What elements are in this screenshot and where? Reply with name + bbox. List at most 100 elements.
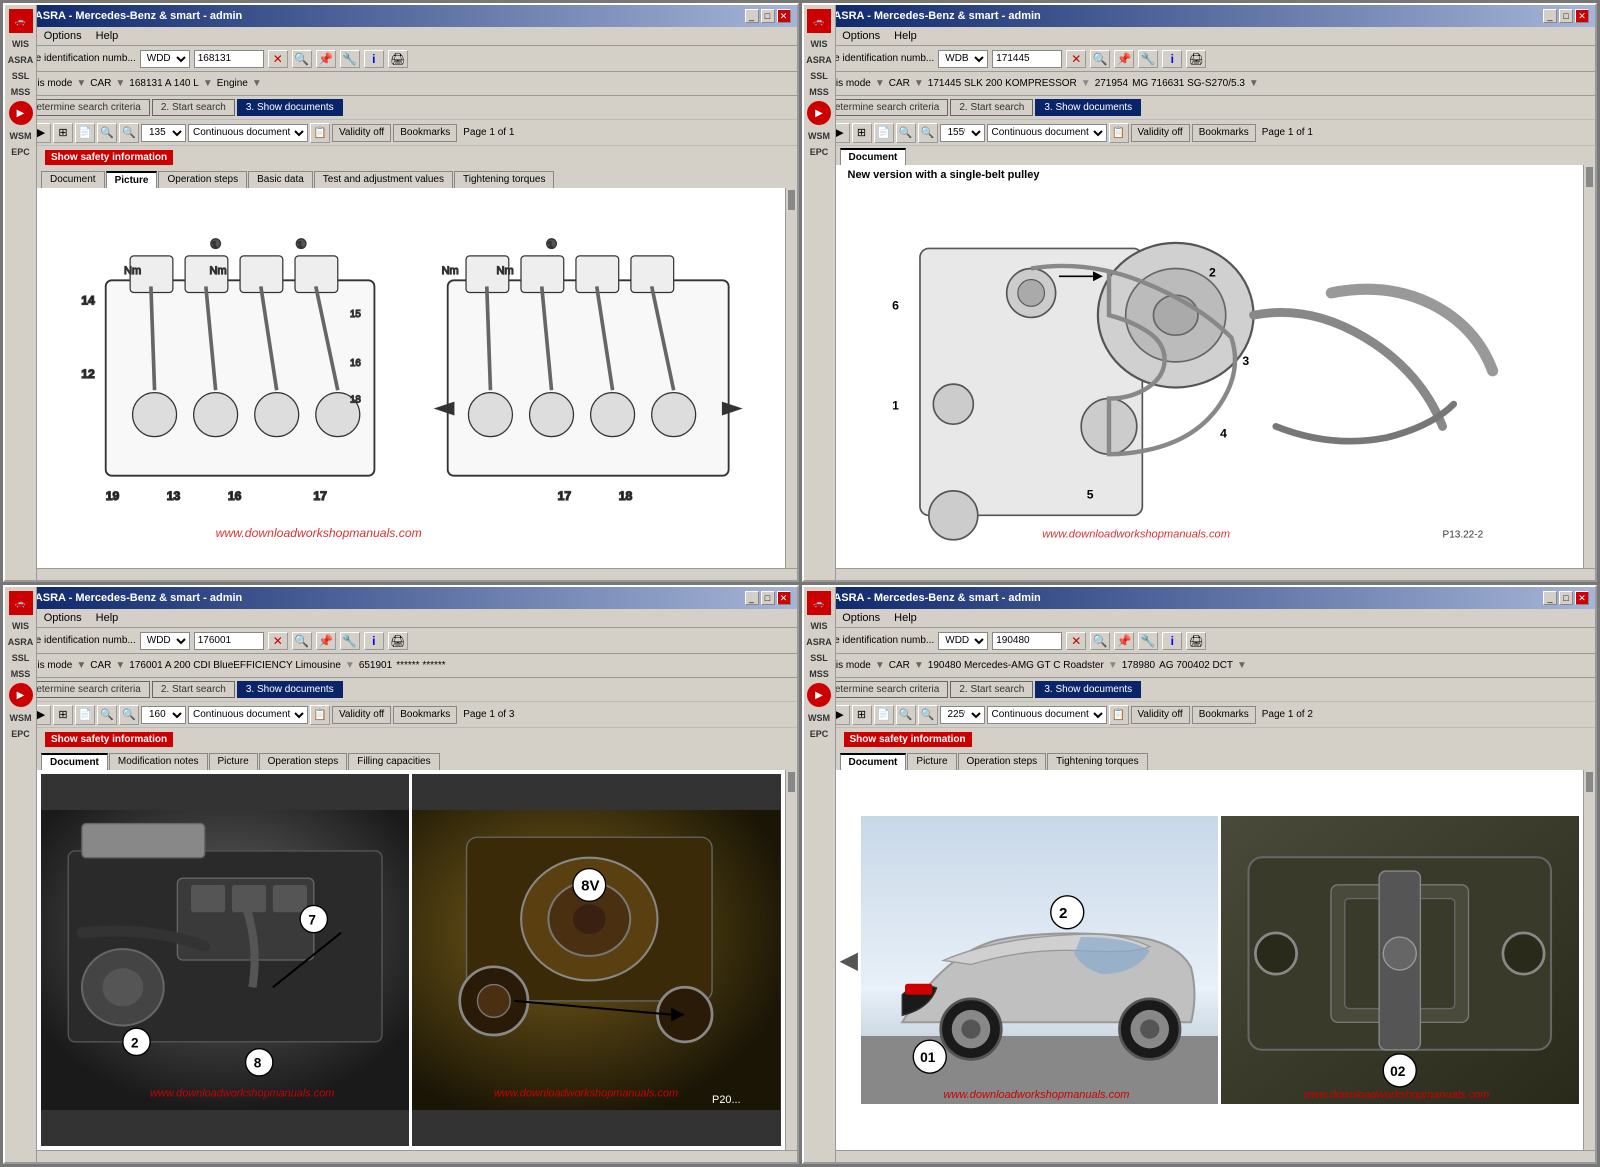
tab-document-1[interactable]: Document: [41, 171, 105, 188]
print-icon-1[interactable]: 🖨: [388, 50, 408, 68]
validity-btn-4[interactable]: Validity off: [1131, 706, 1190, 724]
zoom-in-1[interactable]: 🔍: [119, 123, 139, 143]
scrollbar-bottom-3[interactable]: [37, 1150, 797, 1162]
scrollbar-bottom-2[interactable]: [836, 568, 1596, 580]
tools-icon-1[interactable]: 🔧: [340, 50, 360, 68]
vehicle-prefix-dropdown-3[interactable]: WDD: [140, 632, 190, 650]
bookmarks-btn-2[interactable]: Bookmarks: [1192, 124, 1256, 142]
safety-banner-4[interactable]: Show safety information: [844, 732, 972, 747]
restore-btn-3[interactable]: □: [761, 591, 775, 605]
epc-label-1[interactable]: EPC: [11, 147, 30, 157]
zoom-out-1[interactable]: 🔍: [97, 123, 117, 143]
step3-btn-3[interactable]: 3. Show documents: [237, 681, 343, 698]
scroll-thumb-4[interactable]: [1586, 772, 1593, 792]
zoom-select-4[interactable]: 225%: [940, 706, 985, 724]
vehicle-id-input-2[interactable]: [992, 50, 1062, 68]
tab-basic-1[interactable]: Basic data: [248, 171, 313, 188]
vehicle-prefix-dropdown-4[interactable]: WDD: [938, 632, 988, 650]
scroll-thumb-3[interactable]: [788, 772, 795, 792]
scrollbar-right-2[interactable]: [1583, 165, 1595, 568]
info-icon-4[interactable]: i: [1162, 632, 1182, 650]
vehicle-id-input-1[interactable]: [194, 50, 264, 68]
clear-icon-3[interactable]: ✕: [268, 632, 288, 650]
search-icon-4[interactable]: 🔍: [1090, 632, 1110, 650]
print-icon-3[interactable]: 🖨: [388, 632, 408, 650]
tb-icon3-1[interactable]: 📋: [310, 123, 330, 143]
tb-icon2-2[interactable]: 📄: [874, 123, 894, 143]
minimize-btn-3[interactable]: _: [745, 591, 759, 605]
doc-type-1[interactable]: Continuous document: [188, 124, 308, 142]
print-icon-2[interactable]: 🖨: [1186, 50, 1206, 68]
epc-label-2[interactable]: EPC: [810, 147, 829, 157]
scrollbar-right-4[interactable]: [1583, 770, 1595, 1150]
doc-type-2[interactable]: Continuous document: [987, 124, 1107, 142]
menu-help-1[interactable]: Help: [93, 29, 122, 43]
tab-document-3[interactable]: Document: [41, 753, 108, 770]
print-icon-4[interactable]: 🖨: [1186, 632, 1206, 650]
minimize-btn-4[interactable]: _: [1543, 591, 1557, 605]
search-icon-3[interactable]: 🔍: [292, 632, 312, 650]
menu-options-1[interactable]: Options: [41, 29, 85, 43]
tab-filling-3[interactable]: Filling capacities: [348, 753, 439, 770]
vehicle-id-input-4[interactable]: [992, 632, 1062, 650]
close-btn-4[interactable]: ✕: [1575, 591, 1589, 605]
tb-icon1-1[interactable]: ⊞: [53, 123, 73, 143]
tab-opsteps-3[interactable]: Operation steps: [259, 753, 348, 770]
menu-options-2[interactable]: Options: [839, 29, 883, 43]
epc-label-4[interactable]: EPC: [810, 729, 829, 739]
bookmarks-btn-1[interactable]: Bookmarks: [393, 124, 457, 142]
tab-test-1[interactable]: Test and adjustment values: [314, 171, 453, 188]
clear-icon-4[interactable]: ✕: [1066, 632, 1086, 650]
restore-btn-1[interactable]: □: [761, 9, 775, 23]
close-btn-2[interactable]: ✕: [1575, 9, 1589, 23]
step2-btn-4[interactable]: 2. Start search: [950, 681, 1033, 698]
tb-icon3-4[interactable]: 📋: [1109, 705, 1129, 725]
nav-arrow-left-4[interactable]: ◀: [840, 946, 858, 975]
search-icon-1[interactable]: 🔍: [292, 50, 312, 68]
bookmarks-btn-3[interactable]: Bookmarks: [393, 706, 457, 724]
step2-btn-1[interactable]: 2. Start search: [152, 99, 235, 116]
minimize-btn-1[interactable]: _: [745, 9, 759, 23]
validity-btn-2[interactable]: Validity off: [1131, 124, 1190, 142]
menu-help-3[interactable]: Help: [93, 611, 122, 625]
scroll-thumb-2[interactable]: [1586, 167, 1593, 187]
tools-icon-3[interactable]: 🔧: [340, 632, 360, 650]
tab-opsteps-4[interactable]: Operation steps: [958, 753, 1047, 770]
step2-btn-2[interactable]: 2. Start search: [950, 99, 1033, 116]
info-icon-1[interactable]: i: [364, 50, 384, 68]
bookmark-icon-3[interactable]: 📌: [316, 632, 336, 650]
menu-options-3[interactable]: Options: [41, 611, 85, 625]
vehicle-id-input-3[interactable]: [194, 632, 264, 650]
menu-help-4[interactable]: Help: [891, 611, 920, 625]
tb-icon1-2[interactable]: ⊞: [852, 123, 872, 143]
tab-picture-4[interactable]: Picture: [907, 753, 956, 770]
vehicle-prefix-dropdown-2[interactable]: WDB: [938, 50, 988, 68]
tools-icon-2[interactable]: 🔧: [1138, 50, 1158, 68]
tools-icon-4[interactable]: 🔧: [1138, 632, 1158, 650]
tab-picture-3[interactable]: Picture: [209, 753, 258, 770]
safety-banner-1[interactable]: Show safety information: [45, 150, 173, 165]
bookmark-icon-2[interactable]: 📌: [1114, 50, 1134, 68]
search-icon-2[interactable]: 🔍: [1090, 50, 1110, 68]
info-icon-2[interactable]: i: [1162, 50, 1182, 68]
zoom-out-3[interactable]: 🔍: [97, 705, 117, 725]
bookmarks-btn-4[interactable]: Bookmarks: [1192, 706, 1256, 724]
tab-picture-1[interactable]: Picture: [106, 171, 158, 188]
zoom-select-1[interactable]: 135%: [141, 124, 186, 142]
tb-icon2-1[interactable]: 📄: [75, 123, 95, 143]
close-btn-3[interactable]: ✕: [777, 591, 791, 605]
epc-label-3[interactable]: EPC: [11, 729, 30, 739]
zoom-in-4[interactable]: 🔍: [918, 705, 938, 725]
zoom-out-2[interactable]: 🔍: [896, 123, 916, 143]
info-icon-3[interactable]: i: [364, 632, 384, 650]
validity-btn-3[interactable]: Validity off: [332, 706, 391, 724]
bookmark-icon-4[interactable]: 📌: [1114, 632, 1134, 650]
step3-btn-2[interactable]: 3. Show documents: [1035, 99, 1141, 116]
vehicle-prefix-dropdown-1[interactable]: WDD: [140, 50, 190, 68]
tb-icon3-3[interactable]: 📋: [310, 705, 330, 725]
step2-btn-3[interactable]: 2. Start search: [152, 681, 235, 698]
safety-banner-3[interactable]: Show safety information: [45, 732, 173, 747]
tab-tightening-1[interactable]: Tightening torques: [454, 171, 554, 188]
tb-icon1-4[interactable]: ⊞: [852, 705, 872, 725]
zoom-out-4[interactable]: 🔍: [896, 705, 916, 725]
